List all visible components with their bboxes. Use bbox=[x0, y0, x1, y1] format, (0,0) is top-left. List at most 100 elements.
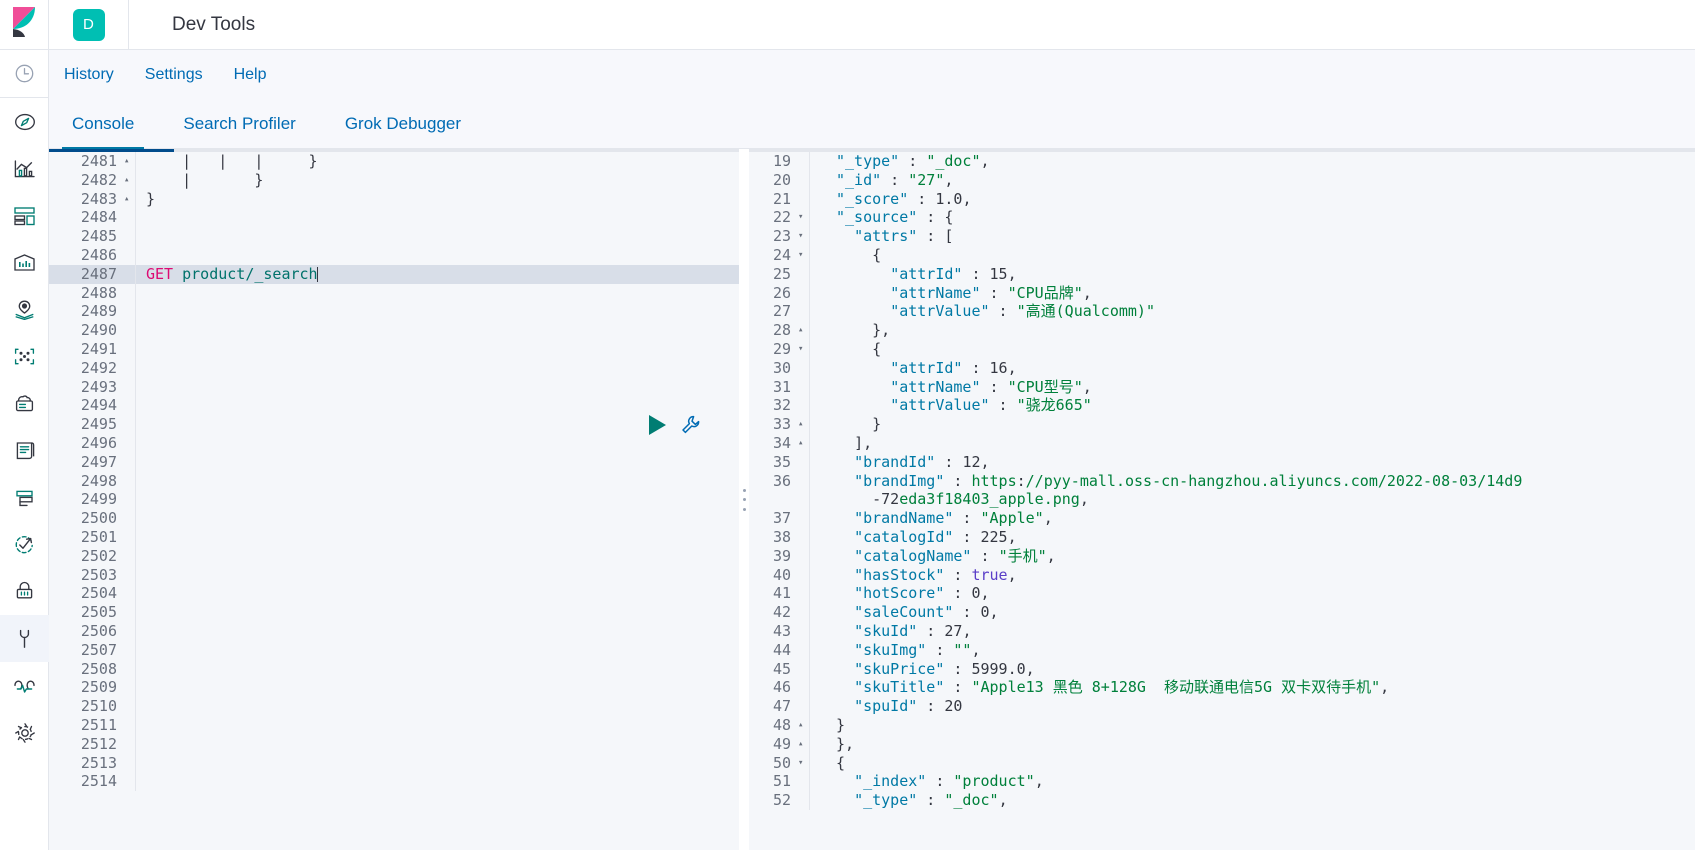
code-line[interactable]: 22 ▾ "_source" : { bbox=[749, 208, 1695, 228]
code-line[interactable]: 2491 bbox=[49, 339, 739, 359]
code-line[interactable]: 2512 bbox=[49, 734, 739, 754]
play-icon[interactable] bbox=[649, 414, 666, 435]
code-line[interactable]: 32 "attrValue" : "骁龙665" bbox=[749, 396, 1695, 416]
fold-toggle[interactable]: ▴ bbox=[795, 434, 809, 453]
fold-toggle[interactable]: ▴ bbox=[121, 171, 135, 190]
sidebar-item-apm[interactable] bbox=[0, 474, 49, 521]
code-line[interactable]: 19 "_type" : "_doc", bbox=[749, 152, 1695, 171]
tab-search-profiler[interactable]: Search Profiler bbox=[173, 114, 305, 148]
code-line[interactable]: 2494 bbox=[49, 396, 739, 416]
code-line[interactable]: 28 ▴ }, bbox=[749, 321, 1695, 340]
code-line[interactable]: 20 "_id" : "27", bbox=[749, 170, 1695, 190]
code-line[interactable]: 25 "attrId" : 15, bbox=[749, 264, 1695, 284]
code-line[interactable]: 45 "skuPrice" : 5999.0, bbox=[749, 659, 1695, 679]
code-line[interactable]: 46 "skuTitle" : "Apple13 黑色 8+128G 移动联通电… bbox=[749, 678, 1695, 698]
recently-viewed-button[interactable] bbox=[0, 50, 49, 97]
request-editor-pane[interactable]: 2481 ▴ | | | } 2482 ▴ | } 2483 ▴} 2484 2485 2486… bbox=[49, 149, 739, 850]
code-line[interactable]: 2500 bbox=[49, 509, 739, 528]
fold-toggle[interactable]: ▾ bbox=[795, 340, 809, 359]
fold-toggle[interactable]: ▴ bbox=[795, 321, 809, 340]
code-line[interactable]: 34 ▴ ], bbox=[749, 433, 1695, 453]
menu-item-settings[interactable]: Settings bbox=[143, 62, 205, 88]
code-line[interactable]: 2513 bbox=[49, 753, 739, 773]
code-line[interactable]: 2509 bbox=[49, 678, 739, 698]
code-line[interactable]: 23 ▾ "attrs" : [ bbox=[749, 227, 1695, 246]
code-line[interactable]: 40 "hasStock" : true, bbox=[749, 565, 1695, 585]
code-line[interactable]: 2505 bbox=[49, 603, 739, 622]
code-line[interactable]: 52 "_type" : "_doc", bbox=[749, 791, 1695, 810]
sidebar-item-canvas[interactable] bbox=[0, 239, 49, 286]
sidebar-item-infrastructure[interactable] bbox=[0, 380, 49, 427]
code-line[interactable]: 2495 bbox=[49, 415, 739, 434]
code-line[interactable]: 2489 bbox=[49, 302, 739, 322]
code-line[interactable]: 2482 ▴ | } bbox=[49, 170, 739, 190]
code-line[interactable]: 47 "spuId" : 20 bbox=[749, 697, 1695, 716]
code-line[interactable]: 24 ▾ { bbox=[749, 245, 1695, 265]
menu-item-history[interactable]: History bbox=[62, 62, 116, 88]
sidebar-item-discover[interactable] bbox=[0, 98, 49, 145]
code-line[interactable]: 21 "_score" : 1.0, bbox=[749, 189, 1695, 209]
code-line[interactable]: 35 "brandId" : 12, bbox=[749, 452, 1695, 472]
code-line[interactable]: 36 "brandImg" : https://pyy-mall.oss-cn-… bbox=[749, 471, 1695, 491]
sidebar-item-uptime[interactable] bbox=[0, 521, 49, 568]
code-line[interactable]: 2498 bbox=[49, 471, 739, 491]
code-line[interactable]: 39 "catalogName" : "手机", bbox=[749, 546, 1695, 566]
sidebar-item-monitoring[interactable] bbox=[0, 662, 49, 709]
code-line[interactable]: 2484 bbox=[49, 208, 739, 228]
code-line[interactable]: 2501 bbox=[49, 527, 739, 547]
sidebar-item-machine-learning[interactable] bbox=[0, 333, 49, 380]
fold-toggle[interactable]: ▾ bbox=[795, 227, 809, 246]
code-line[interactable]: 2492 bbox=[49, 358, 739, 378]
request-editor[interactable]: 2481 ▴ | | | } 2482 ▴ | } 2483 ▴} 2484 2485 2486… bbox=[49, 152, 739, 850]
code-line[interactable]: 2499 bbox=[49, 490, 739, 510]
code-line[interactable]: 2514 bbox=[49, 772, 739, 792]
code-line[interactable]: 42 "saleCount" : 0, bbox=[749, 603, 1695, 622]
code-line[interactable]: 44 "skuImg" : "", bbox=[749, 640, 1695, 660]
code-line[interactable]: 48 ▴} bbox=[749, 715, 1695, 735]
wrench-icon[interactable] bbox=[680, 414, 701, 435]
fold-toggle[interactable]: ▴ bbox=[121, 190, 135, 209]
code-line[interactable]: 2486 bbox=[49, 245, 739, 265]
code-line[interactable]: 27 "attrValue" : "高通(Qualcomm)" bbox=[749, 302, 1695, 322]
code-line[interactable]: 2503 bbox=[49, 565, 739, 585]
tab-grok-debugger[interactable]: Grok Debugger bbox=[335, 114, 471, 148]
code-line[interactable]: 2488 bbox=[49, 283, 739, 303]
code-line[interactable]: 2507 bbox=[49, 640, 739, 660]
code-line[interactable]: 2485 bbox=[49, 227, 739, 246]
code-line[interactable]: 2481 ▴ | | | } bbox=[49, 152, 739, 171]
code-line[interactable]: 43 "skuId" : 27, bbox=[749, 621, 1695, 641]
code-line[interactable]: 2504 bbox=[49, 584, 739, 604]
code-line[interactable]: 2496 bbox=[49, 433, 739, 453]
code-line[interactable]: 51 "_index" : "product", bbox=[749, 772, 1695, 792]
code-line[interactable]: 50 ▾ { bbox=[749, 753, 1695, 773]
sidebar-item-dev-tools[interactable] bbox=[0, 615, 49, 662]
tab-console[interactable]: Console bbox=[62, 114, 145, 149]
code-line[interactable]: 2487 GET product/_search bbox=[49, 264, 739, 284]
code-line[interactable]: 2483 ▴} bbox=[49, 189, 739, 209]
fold-toggle[interactable]: ▴ bbox=[121, 152, 135, 171]
code-line[interactable]: 29 ▾ { bbox=[749, 339, 1695, 359]
fold-toggle[interactable]: ▾ bbox=[795, 754, 809, 773]
code-line[interactable]: 38 "catalogId" : 225, bbox=[749, 527, 1695, 547]
code-line[interactable]: -72eda3f18403_apple.png, bbox=[749, 490, 1695, 510]
code-line[interactable]: 31 "attrName" : "CPU型号", bbox=[749, 377, 1695, 397]
code-line[interactable]: 2508 bbox=[49, 659, 739, 679]
response-viewer[interactable]: 19 "_type" : "_doc", 20 "_id" : "27", 21 "_sc… bbox=[749, 152, 1695, 850]
code-line[interactable]: 2511 bbox=[49, 715, 739, 735]
sidebar-item-maps[interactable] bbox=[0, 286, 49, 333]
code-line[interactable]: 2510 bbox=[49, 697, 739, 716]
pane-splitter-handle[interactable] bbox=[739, 149, 749, 850]
kibana-home-link[interactable] bbox=[0, 0, 49, 49]
code-line[interactable]: 2497 bbox=[49, 452, 739, 472]
response-viewer-pane[interactable]: 19 "_type" : "_doc", 20 "_id" : "27", 21 "_sc… bbox=[749, 149, 1695, 850]
fold-toggle[interactable]: ▴ bbox=[795, 735, 809, 754]
sidebar-item-dashboard[interactable] bbox=[0, 192, 49, 239]
sidebar-item-management[interactable] bbox=[0, 709, 49, 756]
code-line[interactable]: 30 "attrId" : 16, bbox=[749, 358, 1695, 378]
fold-toggle[interactable]: ▴ bbox=[795, 415, 809, 434]
fold-toggle[interactable]: ▾ bbox=[795, 208, 809, 227]
code-line[interactable]: 2506 bbox=[49, 621, 739, 641]
code-line[interactable]: 37 "brandName" : "Apple", bbox=[749, 509, 1695, 528]
menu-item-help[interactable]: Help bbox=[232, 62, 269, 88]
code-line[interactable]: 49 ▴}, bbox=[749, 734, 1695, 754]
